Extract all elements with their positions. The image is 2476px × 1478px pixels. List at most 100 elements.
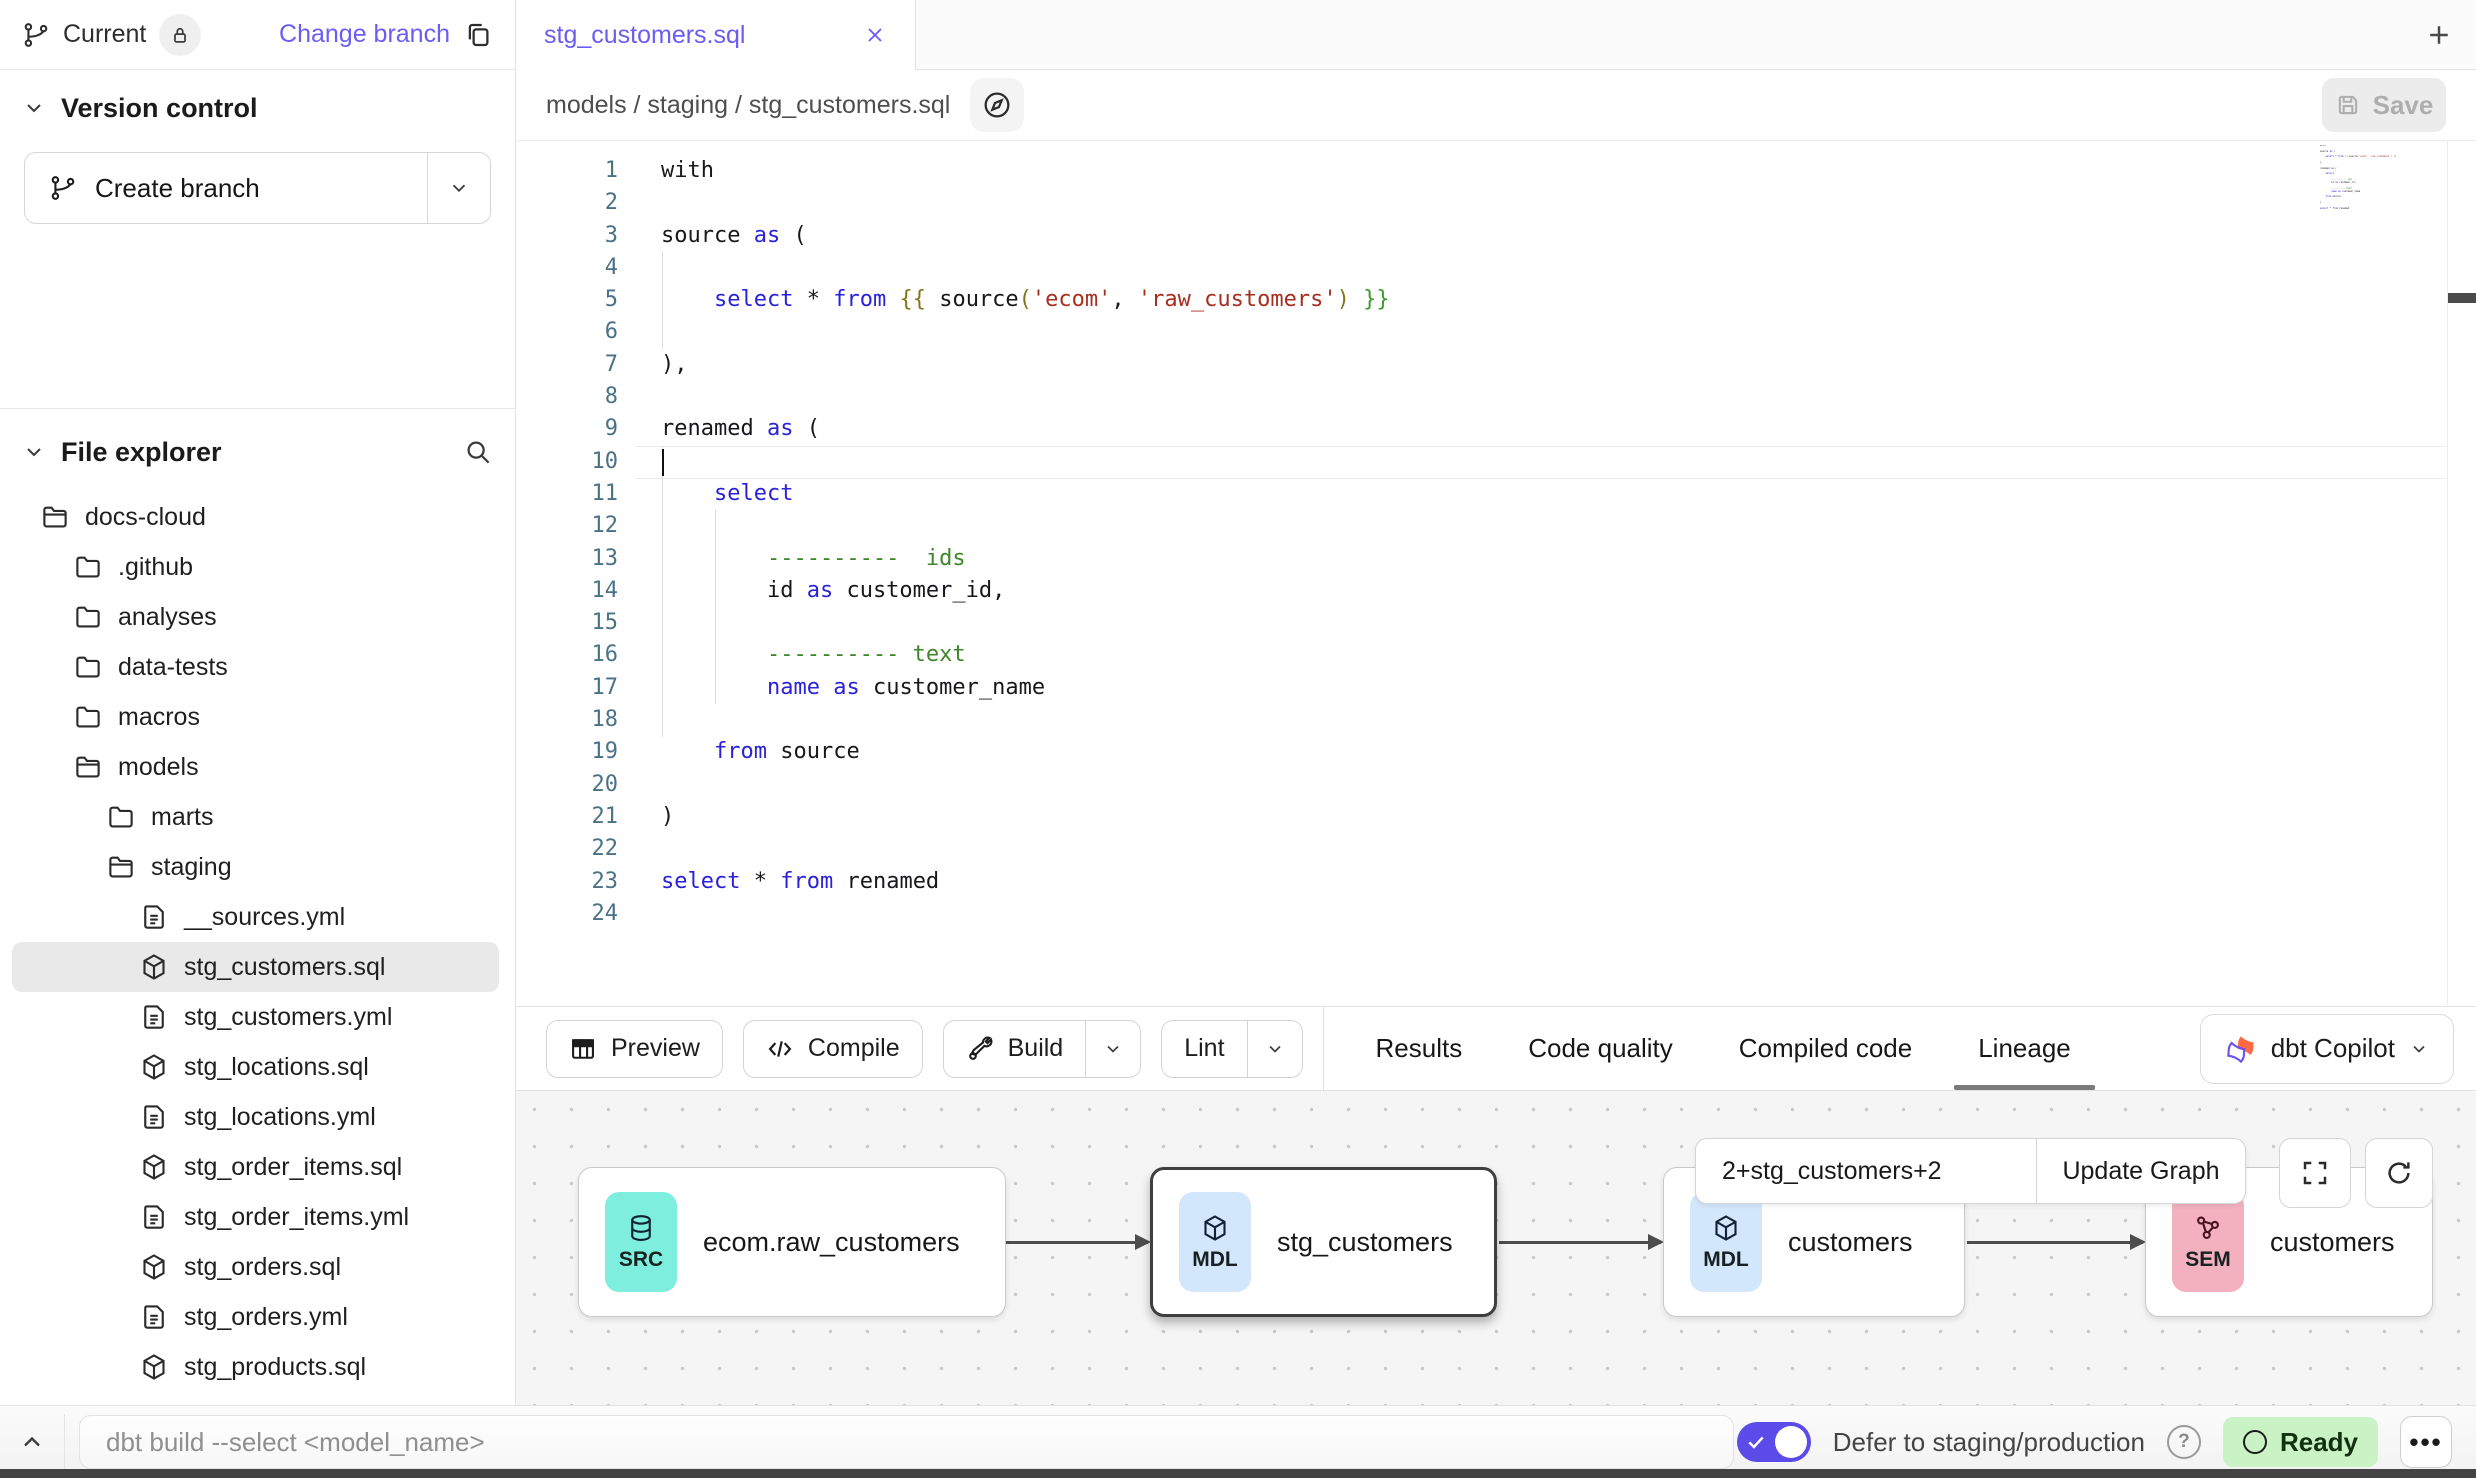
version-control-title: Version control [61, 93, 258, 124]
scrollbar-thumb[interactable] [2448, 293, 2476, 303]
ready-status-badge[interactable]: Ready [2223, 1417, 2378, 1467]
wrench-icon [966, 1035, 994, 1063]
file-item-analyses[interactable]: analyses [0, 592, 499, 642]
folder-icon [73, 602, 103, 632]
version-control-header[interactable]: Version control [0, 76, 515, 140]
file-explorer-header[interactable]: File explorer [0, 420, 515, 484]
editor-minimap[interactable]: with source as ( select * from {{ source… [2320, 145, 2402, 213]
file-item-models[interactable]: models [0, 742, 499, 792]
panel-tab-results[interactable]: Results [1376, 1007, 1463, 1090]
file-item-data-tests[interactable]: data-tests [0, 642, 499, 692]
git-branch-icon [49, 174, 77, 202]
create-branch-button[interactable]: Create branch [24, 152, 491, 224]
tab-label: stg_customers.sql [544, 21, 745, 50]
panel-tab-code-quality[interactable]: Code quality [1528, 1007, 1673, 1090]
file-item-label: stg_customers.sql [184, 953, 385, 982]
line-number-gutter: 123456789101112131415161718192021222324 [516, 155, 618, 930]
git-branch-icon [22, 21, 50, 49]
file-item-stg_orders.yml[interactable]: stg_orders.yml [0, 1292, 499, 1342]
file-item-label: docs-cloud [85, 503, 206, 532]
build-button[interactable]: Build [943, 1020, 1142, 1078]
chevron-down-icon [22, 96, 46, 120]
file-item-stg_orders.sql[interactable]: stg_orders.sql [0, 1242, 499, 1292]
build-dropdown[interactable] [1085, 1021, 1140, 1077]
file-item-marts[interactable]: marts [0, 792, 499, 842]
window-bottom-edge [0, 1469, 2476, 1478]
code-content[interactable]: withsource as ( select * from {{ source(… [661, 155, 2436, 930]
file-icon [139, 1302, 169, 1332]
defer-toggle[interactable] [1737, 1422, 1811, 1462]
file-item-label: marts [151, 803, 214, 832]
main-area: stg_customers.sql models / staging / stg… [516, 0, 2476, 1405]
copy-icon[interactable] [463, 20, 493, 50]
file-item-label: macros [118, 703, 200, 732]
fullscreen-button[interactable] [2279, 1138, 2351, 1208]
folder-open-icon [73, 752, 103, 782]
node-badge-label: MDL [1192, 1248, 1238, 1272]
defer-label: Defer to staging/production [1833, 1427, 2145, 1458]
lint-label: Lint [1184, 1034, 1224, 1063]
file-item-label: stg_orders.yml [184, 1303, 348, 1332]
file-item-stg_locations.sql[interactable]: stg_locations.sql [0, 1042, 499, 1092]
sidebar-divider [0, 408, 515, 409]
build-label: Build [1008, 1034, 1064, 1063]
more-options-button[interactable]: ••• [2400, 1416, 2452, 1468]
file-item-label: data-tests [118, 653, 228, 682]
folder-open-icon [40, 502, 70, 532]
file-item-label: stg_customers.yml [184, 1003, 392, 1032]
help-icon[interactable]: ? [2167, 1425, 2201, 1459]
new-tab-button[interactable] [2418, 14, 2460, 56]
node-label: stg_customers [1277, 1227, 1453, 1258]
model-cube-icon [139, 1352, 169, 1382]
file-item-macros[interactable]: macros [0, 692, 499, 742]
toggle-knob [1775, 1426, 1807, 1458]
command-input[interactable]: dbt build --select <model_name> [79, 1415, 1734, 1469]
save-button[interactable]: Save [2322, 78, 2446, 132]
file-item-staging[interactable]: staging [0, 842, 499, 892]
file-item-docs-cloud[interactable]: docs-cloud [0, 492, 499, 542]
file-item-stg_customers.yml[interactable]: stg_customers.yml [0, 992, 499, 1042]
model-cube-icon [139, 952, 169, 982]
node-badge-label: MDL [1703, 1248, 1749, 1272]
copilot-chip[interactable] [970, 78, 1024, 132]
file-item-stg_order_items.yml[interactable]: stg_order_items.yml [0, 1192, 499, 1242]
file-icon [139, 1202, 169, 1232]
close-icon[interactable] [863, 23, 887, 47]
file-item-stg_customers.sql[interactable]: stg_customers.sql [12, 942, 499, 992]
file-item-stg_order_items.sql[interactable]: stg_order_items.sql [0, 1142, 499, 1192]
panel-tab-compiled-code[interactable]: Compiled code [1739, 1007, 1912, 1090]
chevron-down-icon [22, 440, 46, 464]
save-label: Save [2373, 90, 2434, 121]
circle-icon [2243, 1430, 2267, 1454]
chevron-down-icon [2409, 1039, 2429, 1059]
lineage-node-ecom.raw_customers[interactable]: SRCecom.raw_customers [578, 1167, 1006, 1317]
code-editor[interactable]: 123456789101112131415161718192021222324 … [516, 141, 2476, 1006]
compile-label: Compile [808, 1034, 900, 1063]
file-item-__sources.yml[interactable]: __sources.yml [0, 892, 499, 942]
folder-icon [73, 652, 103, 682]
breadcrumb-row: models / staging / stg_customers.sql Sav… [516, 70, 2476, 141]
create-branch-dropdown[interactable] [427, 153, 490, 223]
dbt-copilot-button[interactable]: dbt Copilot [2200, 1014, 2454, 1084]
lineage-node-stg_customers[interactable]: MDL stg_customers [1150, 1167, 1497, 1317]
file-icon [139, 1002, 169, 1032]
change-branch-link[interactable]: Change branch [279, 20, 450, 49]
file-item-label: __sources.yml [184, 903, 345, 932]
update-graph-button[interactable]: Update Graph [2036, 1139, 2245, 1203]
panel-tab-lineage[interactable]: Lineage [1978, 1007, 2071, 1090]
chevron-up-icon[interactable] [0, 1428, 64, 1456]
compile-button[interactable]: Compile [743, 1020, 923, 1078]
lineage-panel[interactable]: SRCecom.raw_customersMDLstg_customersMDL… [516, 1090, 2476, 1406]
lint-dropdown[interactable] [1247, 1021, 1302, 1077]
refresh-button[interactable] [2365, 1138, 2433, 1208]
file-item-.github[interactable]: .github [0, 542, 499, 592]
lineage-filter-input[interactable]: 2+stg_customers+2 [1696, 1139, 2036, 1203]
file-item-stg_locations.yml[interactable]: stg_locations.yml [0, 1092, 499, 1142]
preview-button[interactable]: Preview [546, 1020, 723, 1078]
file-item-label: stg_order_items.yml [184, 1203, 409, 1232]
lint-button[interactable]: Lint [1161, 1020, 1302, 1078]
search-icon[interactable] [463, 437, 493, 467]
ready-label: Ready [2280, 1427, 2358, 1458]
file-item-stg_products.sql[interactable]: stg_products.sql [0, 1342, 499, 1392]
tab-stg-customers-sql[interactable]: stg_customers.sql [516, 0, 916, 70]
